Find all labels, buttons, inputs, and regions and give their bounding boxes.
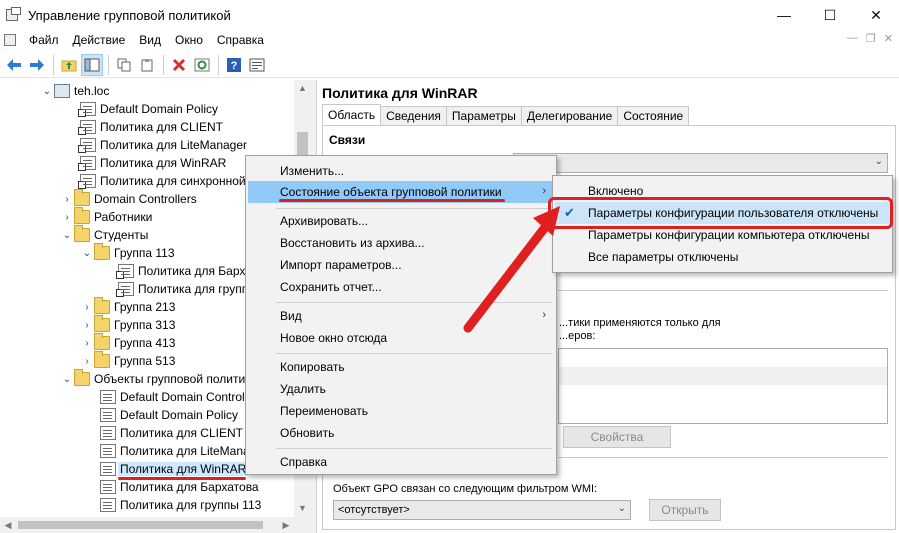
annotation-arrow bbox=[463, 206, 560, 333]
